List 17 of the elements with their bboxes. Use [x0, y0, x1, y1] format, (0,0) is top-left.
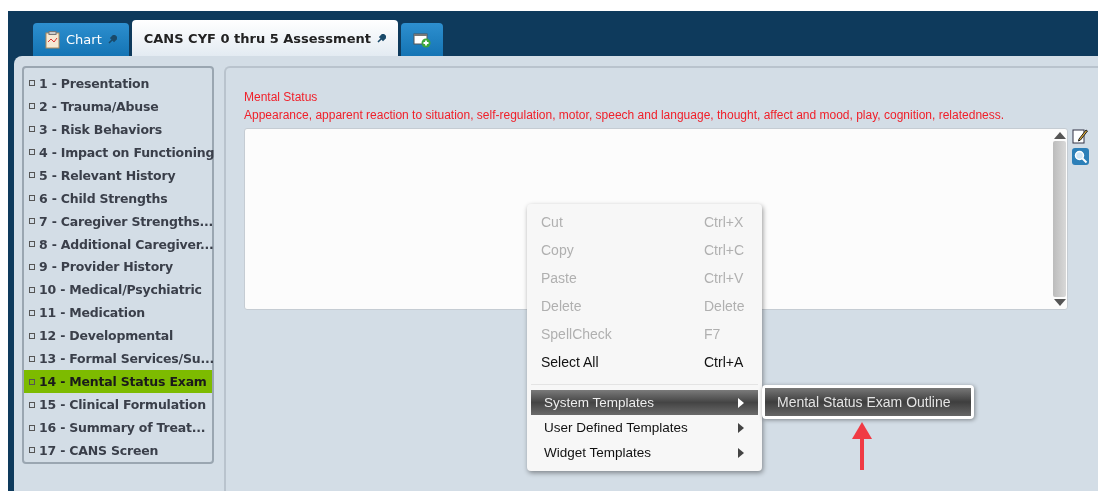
shortcut-label: Ctrl+A	[704, 354, 745, 370]
section-description: Appearance, apparent reaction to situation, self-regulation, motor, speech and language, thought, affect and mood, play, cognition, relatedness.	[244, 107, 1006, 124]
shortcut-label: Ctrl+V	[704, 270, 745, 286]
menu-label: System Templates	[544, 395, 655, 410]
menu-label: Copy	[541, 242, 574, 258]
shortcut-label: Ctrl+X	[704, 214, 745, 230]
menu-label: Delete	[541, 298, 582, 314]
shortcut-label: Delete	[704, 298, 746, 314]
section-title: Mental Status	[244, 89, 319, 106]
menu-label: Paste	[541, 270, 577, 286]
menu-label: Widget Templates	[544, 445, 652, 460]
menu-label: Select All	[541, 354, 599, 370]
shortcut-label: F7	[704, 326, 722, 342]
shortcut-label: Ctrl+C	[704, 242, 746, 258]
menu-label: User Defined Templates	[544, 420, 688, 435]
menu-label: Cut	[541, 214, 563, 230]
menu-label: SpellCheck	[541, 326, 612, 342]
